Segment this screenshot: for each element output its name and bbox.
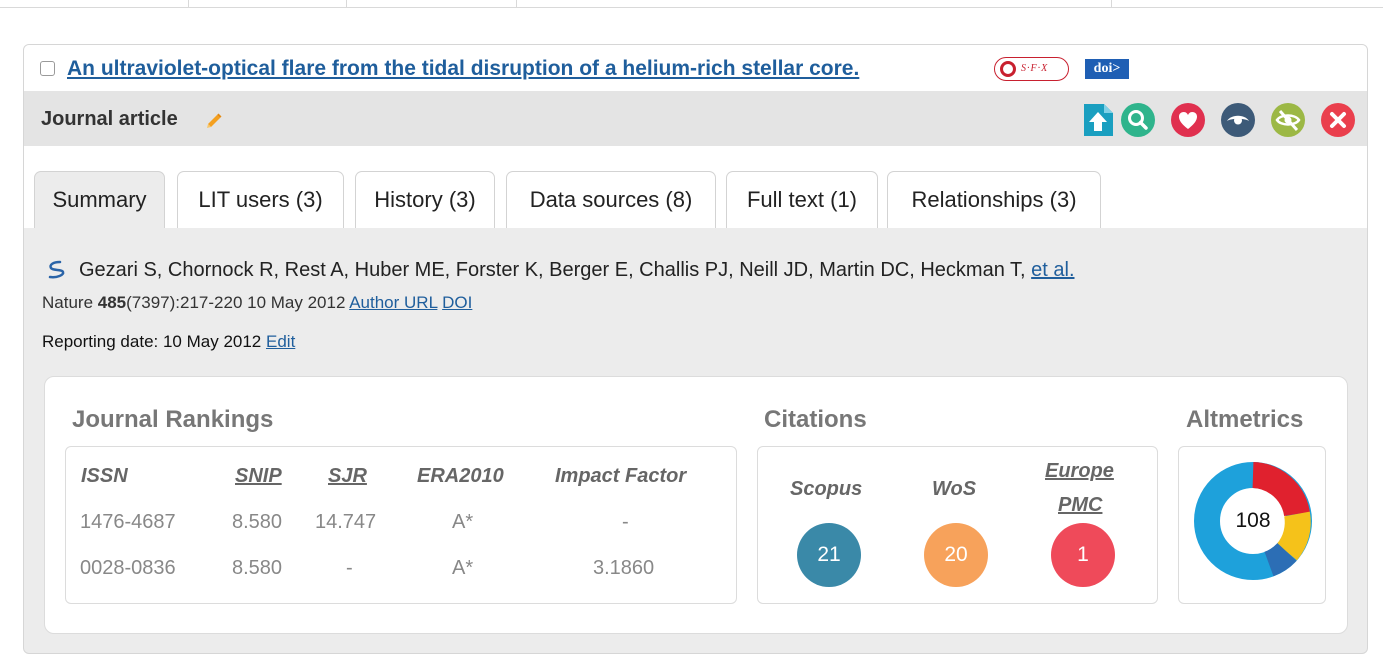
tab-divider (516, 0, 517, 8)
author-url-link[interactable]: Author URL (349, 293, 437, 312)
tab-data-sources[interactable]: Data sources (8) (506, 171, 716, 228)
journal-volume: 485 (97, 293, 127, 312)
tab-divider (1111, 0, 1112, 8)
publication-title-link[interactable]: An ultraviolet-optical flare from the ti… (67, 57, 859, 81)
issn-cell: 1476-4687 (80, 511, 176, 533)
hide-icon[interactable] (1271, 103, 1305, 137)
type-bar: Journal article (24, 91, 1367, 146)
europe-pmc-label[interactable]: Europe (1045, 460, 1114, 483)
sfx-link-button[interactable]: S·F·X (994, 57, 1069, 81)
column-header-impact-factor: Impact Factor (555, 465, 687, 487)
column-header-era2010: ERA2010 (417, 465, 504, 487)
altmetric-score: 108 (1235, 509, 1271, 532)
journal-rankings-title: Journal Rankings (72, 406, 274, 433)
era-cell: A* (452, 557, 474, 579)
author-list: Gezari S, Chornock R, Rest A, Huber ME, … (79, 259, 1026, 281)
sfx-logo-icon (1000, 61, 1016, 77)
column-header-sjr[interactable]: SJR (328, 465, 367, 488)
close-icon[interactable] (1321, 103, 1355, 137)
snip-cell: 8.580 (232, 511, 283, 533)
authors-line: Gezari S, Chornock R, Rest A, Huber ME, … (79, 259, 1075, 282)
reporting-date: Reporting date: 10 May 2012 (42, 332, 262, 351)
sjr-cell: - (346, 557, 353, 579)
publication-type-label: Journal article (41, 108, 178, 130)
issue-pages-date: (7397):217-220 10 May 2012 (126, 293, 346, 312)
altmetrics-title: Altmetrics (1186, 406, 1304, 433)
tab-full-text[interactable]: Full text (1) (726, 171, 878, 228)
publication-card: An ultraviolet-optical flare from the ti… (23, 44, 1368, 654)
scopus-label: Scopus (790, 478, 863, 500)
sfx-label: S·F·X (1021, 63, 1049, 74)
wos-count[interactable]: 20 (924, 523, 988, 587)
snip-cell: 8.580 (232, 557, 283, 579)
citations-title: Citations (764, 406, 867, 433)
people-icon (48, 260, 65, 279)
tab-divider (188, 0, 189, 8)
era-cell: A* (452, 511, 474, 533)
edit-reporting-date-link[interactable]: Edit (266, 332, 295, 351)
issn-cell: 0028-0836 (80, 557, 176, 579)
reporting-date-line: Reporting date: 10 May 2012 Edit (42, 332, 295, 352)
column-header-issn: ISSN (81, 465, 128, 487)
tab-relationships[interactable]: Relationships (3) (887, 171, 1101, 228)
journal-name: Nature (42, 293, 94, 312)
metrics-panel: Journal Rankings Citations Altmetrics IS… (44, 376, 1348, 634)
wos-label: WoS (932, 478, 977, 500)
scopus-count[interactable]: 21 (797, 523, 861, 587)
sjr-cell: 14.747 (315, 511, 377, 533)
doi-link[interactable]: DOI (442, 293, 472, 312)
select-checkbox[interactable] (40, 61, 55, 76)
pencil-icon[interactable] (205, 111, 223, 129)
title-bar: An ultraviolet-optical flare from the ti… (24, 45, 1367, 91)
tab-lit-users[interactable]: LIT users (3) (177, 171, 344, 228)
heart-icon[interactable] (1171, 103, 1205, 137)
eye-icon[interactable] (1221, 103, 1255, 137)
top-tab-strip (0, 0, 1383, 8)
column-header-snip[interactable]: SNIP (235, 465, 282, 488)
tab-divider (346, 0, 347, 8)
upload-icon[interactable] (1081, 103, 1113, 137)
impact-factor-cell: 3.1860 (593, 557, 655, 579)
search-icon[interactable] (1121, 103, 1155, 137)
tab-summary[interactable]: Summary (34, 171, 165, 228)
impact-factor-cell: - (622, 511, 629, 533)
doi-badge-button[interactable]: doi> (1085, 59, 1129, 79)
publication-info: Nature 485(7397):217-220 10 May 2012 Aut… (42, 293, 472, 313)
tab-bar: Summary LIT users (3) History (3) Data s… (24, 146, 1367, 228)
europe-pmc-count[interactable]: 1 (1051, 523, 1115, 587)
et-al-link[interactable]: et al. (1031, 259, 1074, 281)
tab-history[interactable]: History (3) (355, 171, 495, 228)
europe-pmc-label[interactable]: PMC (1058, 494, 1102, 517)
